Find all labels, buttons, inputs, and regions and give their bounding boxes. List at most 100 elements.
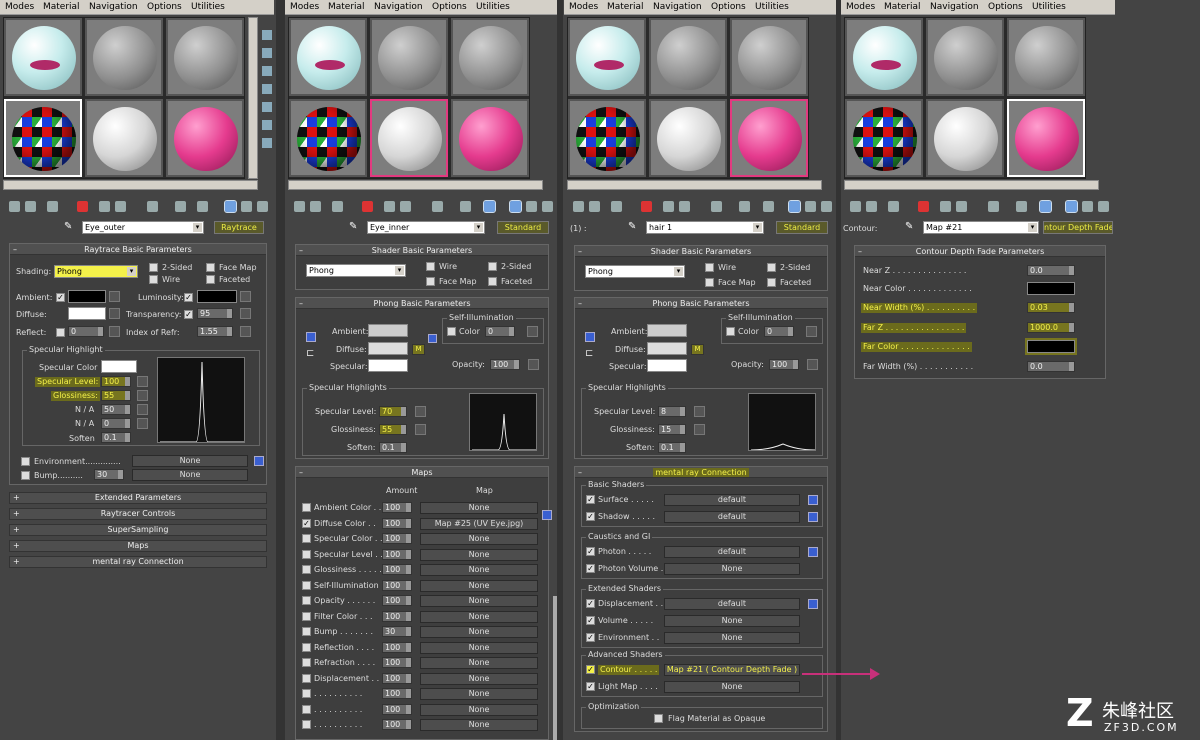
map-slot-button[interactable]: Map #25 (UV Eye.jpg): [420, 517, 538, 530]
shader-slot-button[interactable]: None: [664, 681, 800, 693]
selfillum-map-button[interactable]: [527, 326, 538, 337]
glossiness-spinner[interactable]: 55: [101, 390, 131, 401]
make-copy-icon[interactable]: [384, 201, 395, 212]
map-slot-button[interactable]: None: [420, 719, 538, 731]
2sided-checkbox[interactable]: [488, 262, 497, 271]
chevron-down-icon[interactable]: ▾: [193, 223, 202, 232]
glossiness-map-button[interactable]: [694, 424, 705, 435]
map-amount-spinner[interactable]: 100: [382, 502, 412, 513]
make-preview-icon[interactable]: [262, 120, 272, 130]
get-material-icon[interactable]: [294, 201, 305, 212]
rollout-header[interactable]: – Phong Basic Parameters: [575, 298, 827, 309]
material-id-icon[interactable]: [1016, 201, 1027, 212]
ambient-color-swatch[interactable]: [368, 324, 408, 337]
sample-slot-2[interactable]: [926, 18, 1004, 96]
menu-navigation[interactable]: Navigation: [374, 2, 423, 12]
map-enable-checkbox[interactable]: [302, 565, 311, 574]
make-unique-icon[interactable]: [115, 201, 126, 212]
map-enable-checkbox[interactable]: [302, 658, 311, 667]
video-check-icon[interactable]: [262, 102, 272, 112]
reset-map-icon[interactable]: [918, 201, 929, 212]
rollout-header[interactable]: – Shader Basic Parameters: [296, 245, 548, 256]
near-width-spinner[interactable]: 0.03: [1027, 302, 1075, 313]
map-enable-checkbox[interactable]: ✓: [302, 518, 311, 528]
diffuse-map-button[interactable]: M: [412, 344, 425, 355]
na1-map-button[interactable]: [137, 404, 148, 415]
luminosity-checkbox[interactable]: ✓: [184, 293, 193, 302]
shader-slot-button[interactable]: default: [664, 546, 800, 558]
map-amount-spinner[interactable]: 100: [382, 610, 412, 622]
near-z-spinner[interactable]: 0.0: [1027, 265, 1075, 276]
shader-dropdown[interactable]: Phong ▾: [585, 265, 685, 278]
assign-to-selection-icon[interactable]: [611, 201, 622, 212]
ambient-color-swatch[interactable]: [68, 290, 106, 303]
environment-checkbox[interactable]: [21, 457, 30, 466]
menu-utilities[interactable]: Utilities: [1032, 2, 1066, 12]
show-map-icon[interactable]: [763, 201, 774, 212]
material-id-icon[interactable]: [739, 201, 750, 212]
shader-enable-checkbox[interactable]: ✓: [586, 665, 595, 674]
rollout-maps[interactable]: + Maps: [9, 540, 267, 552]
shader-dropdown[interactable]: Phong ▾: [306, 264, 406, 277]
rollout-mental-ray-connection[interactable]: + mental ray Connection: [9, 556, 267, 568]
diffuse-color-swatch[interactable]: [68, 307, 106, 320]
flag-opaque-checkbox[interactable]: [654, 714, 663, 723]
map-slot-button[interactable]: None: [420, 502, 538, 514]
shader-slot-button[interactable]: default: [664, 511, 800, 523]
background-icon[interactable]: [262, 66, 272, 76]
map-slot-button[interactable]: None: [420, 610, 538, 623]
menu-options[interactable]: Options: [711, 2, 746, 12]
link-bracket-icon[interactable]: ⊏: [306, 349, 314, 359]
opacity-map-button[interactable]: [528, 359, 539, 370]
map-amount-spinner[interactable]: 100: [382, 641, 412, 653]
put-to-library-icon[interactable]: [988, 201, 999, 212]
put-to-library-icon[interactable]: [432, 201, 443, 212]
bump-amount-spinner[interactable]: 30: [94, 469, 124, 480]
go-to-parent-icon[interactable]: [805, 201, 816, 212]
lock-icon[interactable]: [428, 334, 437, 343]
luminosity-color-swatch[interactable]: [197, 290, 237, 303]
go-forward-sibling-icon[interactable]: [257, 201, 268, 212]
map-slot-button[interactable]: None: [420, 579, 538, 592]
make-unique-icon[interactable]: [679, 201, 690, 212]
link-bracket-icon[interactable]: ⊏: [585, 349, 593, 359]
sample-slot-5[interactable]: [649, 99, 727, 177]
put-to-scene-icon[interactable]: [25, 201, 36, 212]
rollout-header[interactable]: – mental ray Connection: [575, 467, 827, 478]
soften-spinner[interactable]: 0.1: [101, 432, 131, 443]
map-slot-button[interactable]: None: [420, 626, 538, 638]
spec-level-spinner[interactable]: 100: [101, 376, 131, 387]
go-forward-sibling-icon[interactable]: [821, 201, 832, 212]
transparency-map-button[interactable]: [240, 308, 251, 319]
map-amount-spinner[interactable]: 100: [382, 672, 412, 684]
chevron-down-icon[interactable]: ▾: [127, 267, 136, 276]
far-color-swatch[interactable]: [1025, 338, 1077, 355]
material-name-field[interactable]: Map #21 ▾: [923, 221, 1039, 234]
lock-icon[interactable]: [808, 547, 818, 557]
bump-map-button[interactable]: None: [132, 469, 248, 481]
shader-slot-button[interactable]: None: [664, 563, 800, 575]
shader-enable-checkbox[interactable]: ✓: [586, 547, 595, 556]
sample-slot-4[interactable]: [568, 99, 646, 177]
menu-options[interactable]: Options: [147, 2, 182, 12]
chevron-down-icon[interactable]: ▾: [474, 223, 483, 232]
make-copy-icon[interactable]: [940, 201, 951, 212]
map-enable-checkbox[interactable]: [302, 720, 311, 729]
ambient-color-swatch[interactable]: [647, 324, 687, 337]
menu-material[interactable]: Material: [328, 2, 365, 12]
diffuse-map-button[interactable]: [109, 308, 120, 319]
shader-enable-checkbox[interactable]: ✓: [586, 633, 595, 642]
material-name-field[interactable]: Eye_inner ▾: [367, 221, 485, 234]
menu-modes[interactable]: Modes: [569, 2, 598, 12]
slots-horizontal-scrollbar[interactable]: [844, 180, 1099, 190]
material-name-field[interactable]: Eye_outer ▾: [82, 221, 204, 234]
spec-level-spinner[interactable]: 8: [658, 406, 686, 417]
reset-map-icon[interactable]: [77, 201, 88, 212]
spec-level-map-button[interactable]: [137, 376, 148, 387]
map-enable-checkbox[interactable]: [302, 704, 311, 714]
spec-color-swatch[interactable]: [101, 360, 137, 373]
map-amount-spinner[interactable]: 30: [382, 626, 412, 637]
menu-utilities[interactable]: Utilities: [476, 2, 510, 12]
uv-tiling-icon[interactable]: [262, 84, 272, 94]
map-enable-checkbox[interactable]: [302, 689, 311, 698]
